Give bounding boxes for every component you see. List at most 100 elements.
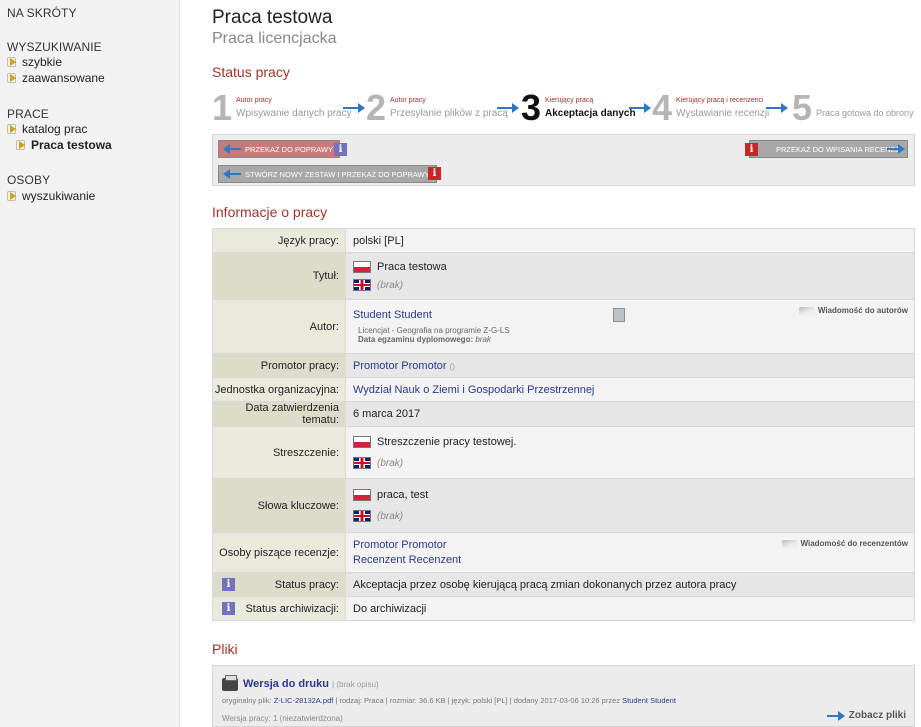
see-files-link[interactable]: Zobacz pliki: [826, 710, 906, 721]
row-label: i Status archiwizacji:: [212, 596, 346, 621]
document-icon[interactable]: [613, 308, 625, 322]
file-desc: | (brak opisu): [332, 680, 379, 689]
keywords-en: (brak): [377, 511, 404, 522]
title-pl: Praca testowa: [377, 260, 447, 273]
button-label: STWÓRZ NOWY ZESTAW I PRZEKAŻ DO POPRAWY: [245, 169, 430, 179]
link-label: Zobacz pliki: [848, 710, 906, 721]
abstract-en: (brak): [377, 458, 404, 469]
step-arrow-icon: [497, 103, 519, 113]
flag-pl-icon: [353, 261, 371, 273]
step-label: Akceptacja danych: [545, 108, 636, 119]
step-number: 4: [652, 87, 673, 128]
page-subtitle: Praca licencjacka: [212, 30, 337, 47]
row-author: Autor: Student Student Licencjat - Geogr…: [212, 299, 915, 354]
row-label: Słowa kluczowe:: [212, 478, 346, 533]
info-icon[interactable]: i: [222, 602, 235, 615]
flag-gb-icon: [353, 457, 371, 470]
label-text: Status pracy:: [274, 578, 339, 591]
exam-date-value: brak: [475, 335, 491, 344]
bullet-arrow-icon: [10, 58, 16, 66]
row-value: praca, test (brak): [345, 478, 915, 533]
unit-link[interactable]: Wydział Nauk o Ziemi i Gospodarki Przest…: [353, 384, 594, 396]
arrow-left-icon: [223, 169, 241, 179]
info-icon[interactable]: i: [222, 578, 235, 591]
message-authors-link[interactable]: Wiadomość do autorów: [798, 306, 908, 315]
file-version: Wersja pracy: 1 (niezatwierdzona): [222, 714, 343, 723]
file-title-link[interactable]: Wersja do druku: [243, 678, 329, 690]
orig-prefix: oryginalny plik:: [222, 696, 272, 705]
sidebar-item-label: zaawansowane: [22, 71, 105, 85]
sidebar-item-current-work[interactable]: Praca testowa: [19, 138, 112, 152]
step-label: Wpisywanie danych pracy: [236, 108, 352, 119]
step-owner: Kierujący pracą: [545, 97, 594, 104]
message-icon: [798, 306, 815, 315]
file-details: oryginalny plik: Z-LIC-28132A.pdf | rodz…: [222, 696, 676, 705]
status-header: Status pracy: [212, 64, 290, 80]
step-number: 2: [366, 87, 387, 128]
step-label: Wystawianie recenzji: [676, 108, 770, 119]
info-icon[interactable]: i: [745, 143, 758, 156]
row-label: Język pracy:: [212, 228, 346, 253]
row-keywords: Słowa kluczowe: praca, test (brak): [212, 478, 915, 533]
files-box: Wersja do druku | (brak opisu) oryginaln…: [212, 665, 915, 727]
new-set-and-return-button[interactable]: STWÓRZ NOWY ZESTAW I PRZEKAŻ DO POPRAWY: [218, 165, 437, 183]
bullet-arrow-icon: [10, 192, 16, 200]
info-icon[interactable]: i: [334, 143, 347, 156]
sidebar-item-catalog[interactable]: katalog prac: [10, 122, 87, 136]
info-table: Język pracy: polski [PL] Tytuł: Praca te…: [212, 228, 915, 621]
row-value: Do archiwizacji: [345, 596, 915, 621]
sidebar-item-advanced-search[interactable]: zaawansowane: [10, 71, 105, 85]
title-en: (brak): [377, 280, 404, 291]
file-meta: | rodzaj: Praca | rozmiar: 36.6 KB | jęz…: [335, 696, 621, 705]
row-archive-status: i Status archiwizacji: Do archiwizacji: [212, 596, 915, 621]
row-label: Jednostka organizacyjna:: [212, 377, 346, 402]
row-value: 6 marca 2017: [345, 401, 915, 427]
row-value: Streszczenie pracy testowej. (brak): [345, 426, 915, 479]
button-label: PRZEKAŻ DO WPISANIA RECENZJI: [775, 144, 901, 154]
page-title: Praca testowa: [212, 7, 333, 28]
reviewer-link[interactable]: Recenzent Recenzent: [353, 554, 914, 566]
step-number: 3: [521, 87, 542, 128]
added-by-link[interactable]: Student Student: [622, 696, 676, 705]
promoter-link[interactable]: Promotor Promotor: [353, 360, 447, 372]
printer-icon: [222, 675, 238, 691]
step-arrow-icon: [629, 103, 651, 113]
send-to-review-button[interactable]: PRZEKAŻ DO WPISANIA RECENZJI: [748, 140, 908, 158]
author-program: Licencjat - Geografia na programie Z-G-L…: [358, 326, 510, 335]
step-owner: Autor pracy: [390, 97, 426, 104]
row-abstract: Streszczenie: Streszczenie pracy testowe…: [212, 426, 915, 479]
step-label: Praca gotowa do obrony: [816, 108, 914, 118]
row-work-status: i Status pracy: Akceptacja przez osobę ki…: [212, 572, 915, 597]
row-title: Tytuł: Praca testowa (brak): [212, 252, 915, 300]
sidebar-shortcuts[interactable]: NA SKRÓTY: [7, 6, 77, 20]
sidebar-item-people-search[interactable]: wyszukiwanie: [10, 189, 95, 203]
sidebar-item-quick-search[interactable]: szybkie: [10, 55, 62, 69]
flag-gb-icon: [353, 279, 371, 292]
sidebar-people-header: OSOBY: [7, 173, 51, 187]
row-label: Promotor pracy:: [212, 353, 346, 378]
exam-date-label: Data egzaminu dyplomowego:: [358, 335, 474, 344]
row-value: Promotor Promotor (): [345, 353, 915, 378]
arrow-right-icon: [887, 144, 905, 154]
return-for-correction-button[interactable]: PRZEKAŻ DO POPRAWY: [218, 140, 341, 158]
row-value: Student Student Licencjat - Geografia na…: [345, 299, 915, 354]
row-label: Tytuł:: [212, 252, 346, 300]
row-value: Praca testowa (brak): [345, 252, 915, 300]
message-reviewers-link[interactable]: Wiadomość do recenzentów: [781, 539, 909, 548]
info-header: Informacje o pracy: [212, 204, 328, 220]
link-label: Wiadomość do autorów: [817, 306, 908, 315]
link-label: Wiadomość do recenzentów: [800, 539, 909, 548]
sidebar-search-header: WYSZUKIWANIE: [7, 40, 102, 54]
flag-gb-icon: [353, 510, 371, 523]
arrow-right-icon: [826, 710, 845, 721]
row-unit: Jednostka organizacyjna: Wydział Nauk o …: [212, 377, 915, 402]
sidebar-item-label: katalog prac: [22, 122, 88, 136]
step-arrow-icon: [343, 103, 365, 113]
row-reviewers: Osoby piszące recenzje: Promotor Promoto…: [212, 532, 915, 573]
abstract-pl: Streszczenie pracy testowej.: [377, 435, 517, 448]
orig-file-link[interactable]: Z-LIC-28132A.pdf: [274, 696, 334, 705]
info-icon[interactable]: i: [428, 167, 441, 180]
bullet-arrow-icon: [10, 125, 16, 133]
step-owner: Kierujący pracą i recenzenci: [676, 97, 764, 104]
sidebar-item-label: Praca testowa: [31, 138, 112, 152]
